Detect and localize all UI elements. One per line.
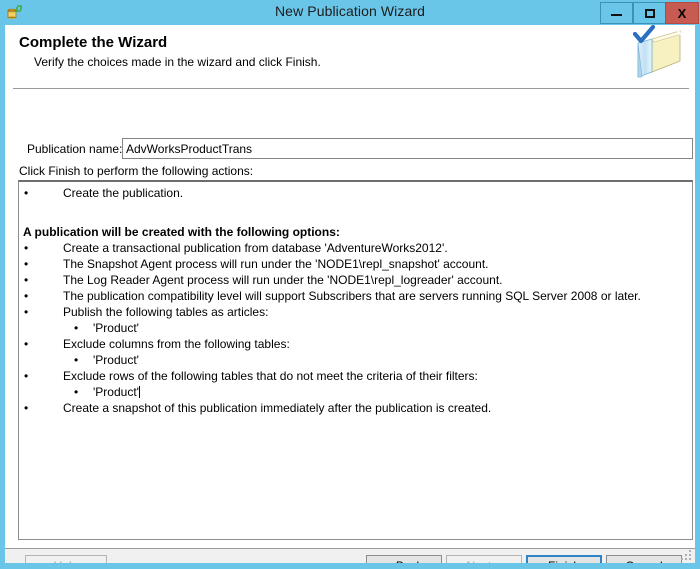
publication-name-label: Publication name: bbox=[27, 142, 122, 156]
book-with-checkmark-icon bbox=[616, 25, 690, 88]
bullet-icon: • bbox=[24, 272, 28, 288]
page-subtitle: Verify the choices made in the wizard an… bbox=[34, 55, 321, 69]
list-item-label: Create a snapshot of this publication im… bbox=[63, 401, 491, 415]
list-item-label: Exclude rows of the following tables tha… bbox=[63, 369, 478, 383]
list-item[interactable]: • Create a snapshot of this publication i… bbox=[19, 400, 692, 416]
next-button[interactable]: Next > bbox=[446, 555, 522, 563]
minimize-button[interactable] bbox=[600, 2, 633, 24]
dialog-client-area: Complete the Wizard Verify the choices m… bbox=[5, 25, 695, 563]
minimize-icon bbox=[601, 3, 632, 23]
help-button[interactable]: Help bbox=[25, 555, 107, 563]
banner-separator bbox=[13, 88, 689, 89]
back-button[interactable]: < Back bbox=[366, 555, 442, 563]
list-item-label: The Log Reader Agent process will run un… bbox=[63, 273, 503, 287]
page-title: Complete the Wizard bbox=[19, 34, 167, 51]
list-spacer[interactable] bbox=[19, 201, 692, 210]
close-icon: X bbox=[666, 3, 698, 23]
cancel-button[interactable]: Cancel bbox=[606, 555, 682, 563]
list-item-label: Create the publication. bbox=[63, 186, 183, 200]
list-item[interactable]: • 'Product' bbox=[19, 352, 692, 368]
window-title: New Publication Wizard bbox=[0, 3, 700, 19]
maximize-icon bbox=[634, 3, 665, 23]
finish-button[interactable]: Finish bbox=[526, 555, 602, 563]
list-item-label: Exclude columns from the following table… bbox=[63, 337, 290, 351]
bullet-icon: • bbox=[24, 185, 28, 201]
resize-grip[interactable] bbox=[680, 549, 693, 562]
bullet-icon: • bbox=[24, 400, 28, 416]
maximize-button[interactable] bbox=[633, 2, 666, 24]
list-item[interactable]: • Exclude columns from the following tabl… bbox=[19, 336, 692, 352]
list-item-label: A publication will be created with the f… bbox=[23, 225, 340, 239]
list-item[interactable]: • The Snapshot Agent process will run und… bbox=[19, 256, 692, 272]
summary-list: • Create the publication. A publication wi… bbox=[19, 182, 692, 416]
title-bar[interactable]: New Publication Wizard X bbox=[0, 0, 700, 25]
list-item-label: Create a transactional publication from … bbox=[63, 241, 448, 255]
list-item-label: The Snapshot Agent process will run unde… bbox=[63, 257, 489, 271]
list-item-label: The publication compatibility level will… bbox=[63, 289, 641, 303]
list-heading[interactable]: A publication will be created with the f… bbox=[19, 224, 692, 240]
actions-instruction-label: Click Finish to perform the following ac… bbox=[19, 164, 253, 178]
close-button[interactable]: X bbox=[665, 2, 699, 24]
bullet-icon: • bbox=[24, 368, 28, 384]
bullet-icon: • bbox=[24, 336, 28, 352]
text-caret bbox=[139, 386, 140, 398]
bullet-icon: • bbox=[74, 352, 78, 368]
wizard-banner: Complete the Wizard Verify the choices m… bbox=[5, 25, 695, 88]
list-item[interactable]: • Publish the following tables as article… bbox=[19, 304, 692, 320]
bullet-icon: • bbox=[24, 240, 28, 256]
list-item[interactable]: • Exclude rows of the following tables th… bbox=[19, 368, 692, 384]
list-item[interactable]: • 'Product' bbox=[19, 384, 692, 400]
list-item-label: Publish the following tables as articles… bbox=[63, 305, 268, 319]
bullet-icon: • bbox=[24, 304, 28, 320]
publication-name-input[interactable] bbox=[122, 138, 693, 159]
bullet-icon: • bbox=[74, 384, 78, 400]
bullet-icon: • bbox=[24, 256, 28, 272]
list-item-label: 'Product' bbox=[93, 321, 139, 335]
bullet-icon: • bbox=[24, 288, 28, 304]
list-item-label: 'Product' bbox=[93, 385, 139, 399]
footer-separator bbox=[5, 548, 695, 549]
list-item[interactable]: • The publication compatibility level wil… bbox=[19, 288, 692, 304]
list-item-label: 'Product' bbox=[93, 353, 139, 367]
list-item[interactable]: • Create the publication. bbox=[19, 185, 692, 201]
bullet-icon: • bbox=[74, 320, 78, 336]
list-item[interactable]: • 'Product' bbox=[19, 320, 692, 336]
list-item[interactable]: • The Log Reader Agent process will run u… bbox=[19, 272, 692, 288]
new-publication-wizard-window: New Publication Wizard X Complete the Wi… bbox=[0, 0, 700, 569]
list-item[interactable]: • Create a transactional publication from… bbox=[19, 240, 692, 256]
summary-listbox[interactable]: • Create the publication. A publication wi… bbox=[18, 180, 693, 540]
